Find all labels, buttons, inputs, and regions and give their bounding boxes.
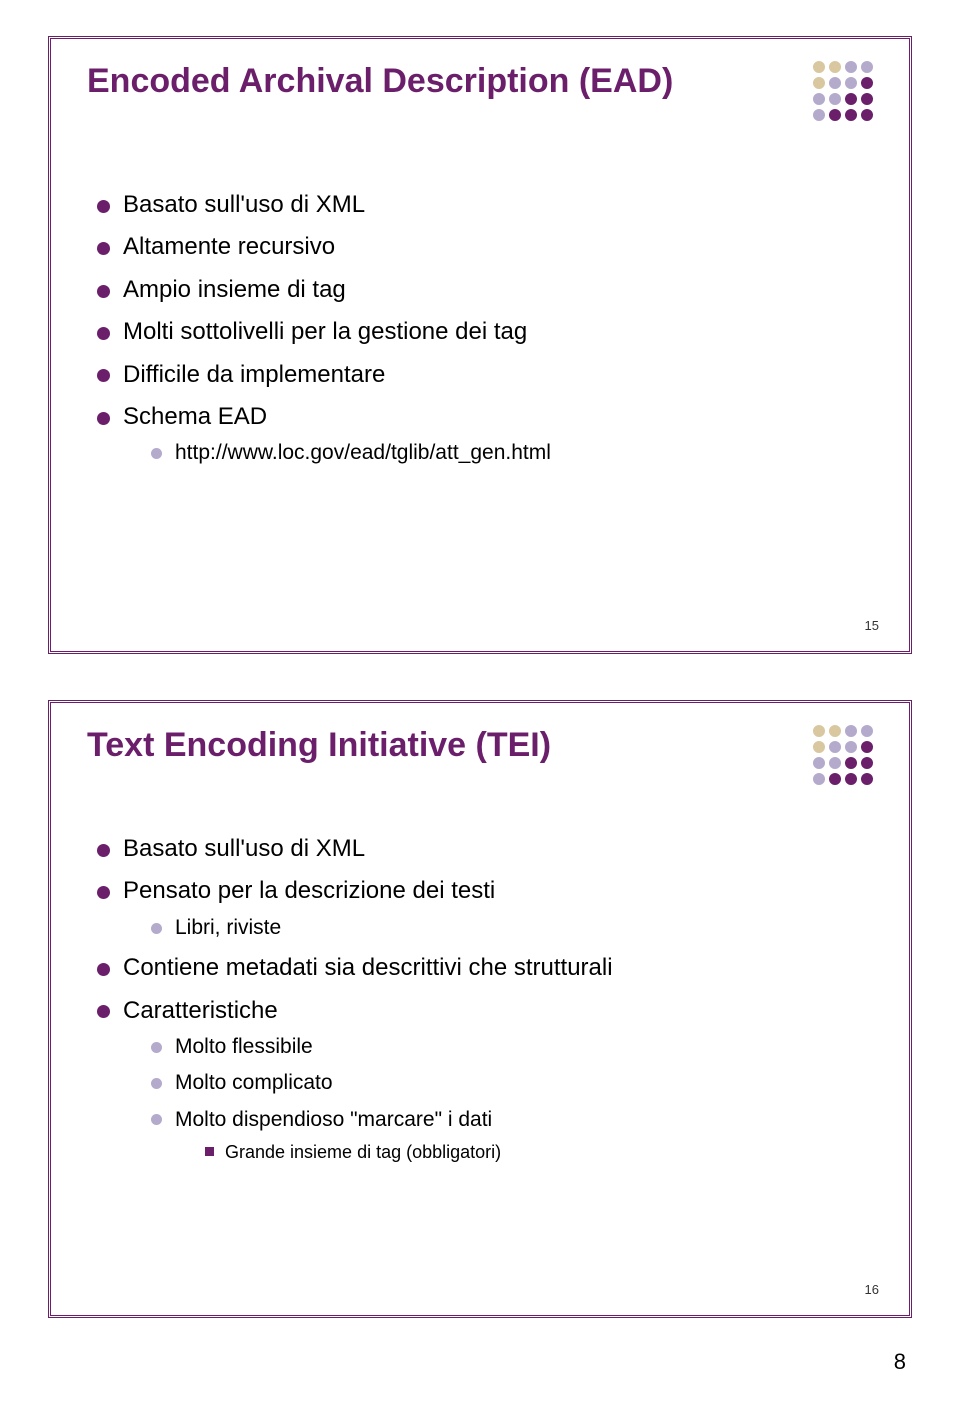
dot-icon [829,757,841,769]
dot-icon [861,109,873,121]
bullet-text: Libri, riviste [175,916,281,939]
bullet-text: Schema EAD [123,403,267,430]
slide-ead: Encoded Archival Description (EAD) Basat… [48,36,912,654]
slide-tei: Text Encoding Initiative (TEI) Basato su… [48,700,912,1318]
bullet: Caratteristiche Molto flessibile Molto c… [97,995,869,1165]
dot-icon [829,93,841,105]
bullet-text: Molto dispendioso "marcare" i dati [175,1108,492,1131]
dot-icon [861,757,873,769]
bullet: Molto complicato [151,1069,869,1097]
bullet-text: Contiene metadati sia descrittivi che st… [123,954,613,981]
dot-icon [829,741,841,753]
dot-icon [861,93,873,105]
dot-icon [861,741,873,753]
slide-title: Text Encoding Initiative (TEI) [87,725,739,765]
bullet-text: Ampio insieme di tag [123,276,346,303]
bullet-text: Molto complicato [175,1071,333,1094]
bullet: Ampio insieme di tag [97,274,869,306]
dot-icon [861,773,873,785]
dot-icon [845,741,857,753]
bullet-text: Basato sull'uso di XML [123,835,365,862]
slide-number: 16 [865,1282,879,1297]
dot-icon [829,61,841,73]
bullet: Difficile da implementare [97,359,869,391]
slide-content: Basato sull'uso di XML Pensato per la de… [97,833,869,1174]
dot-icon [845,77,857,89]
bullet-text: Difficile da implementare [123,361,385,388]
bullet: Altamente recursivo [97,231,869,263]
dot-icon [861,77,873,89]
dot-icon [813,741,825,753]
dot-icon [829,725,841,737]
dot-icon [813,61,825,73]
dot-icon [813,109,825,121]
dot-icon [829,77,841,89]
slide-number: 15 [865,618,879,633]
bullet: Basato sull'uso di XML [97,189,869,221]
bullet: Schema EAD http://www.loc.gov/ead/tglib/… [97,401,869,468]
bullet: Molto flessibile [151,1033,869,1061]
bullet-text: Basato sull'uso di XML [123,191,365,218]
bullet: Basato sull'uso di XML [97,833,869,865]
bullet: Libri, riviste [151,914,869,942]
dot-icon [813,93,825,105]
bullet: Contiene metadati sia descrittivi che st… [97,952,869,984]
bullet-text: Altamente recursivo [123,233,335,260]
dot-icon [845,725,857,737]
slide-title: Encoded Archival Description (EAD) [87,61,739,101]
dot-icon [813,773,825,785]
bullet-text: Molto flessibile [175,1035,313,1058]
dot-icon [845,109,857,121]
bullet: Pensato per la descrizione dei testi Lib… [97,875,869,942]
dot-icon [829,773,841,785]
bullet-link-text: http://www.loc.gov/ead/tglib/att_gen.htm… [175,441,551,464]
dot-icon [845,61,857,73]
bullet: Molto dispendioso "marcare" i dati Grand… [151,1106,869,1165]
dot-icon [813,725,825,737]
logo-dots [813,61,873,121]
dot-icon [845,757,857,769]
bullet-text: Pensato per la descrizione dei testi [123,877,495,904]
bullet: Molti sottolivelli per la gestione dei t… [97,316,869,348]
logo-dots [813,725,873,785]
dot-icon [813,757,825,769]
bullet: Grande insieme di tag (obbligatori) [203,1140,869,1164]
slide-content: Basato sull'uso di XML Altamente recursi… [97,189,869,478]
bullet-text: Caratteristiche [123,997,278,1024]
dot-icon [861,61,873,73]
dot-icon [845,93,857,105]
dot-icon [813,77,825,89]
dot-icon [829,109,841,121]
page-number: 8 [894,1349,906,1375]
bullet-text: Molti sottolivelli per la gestione dei t… [123,318,527,345]
bullet: http://www.loc.gov/ead/tglib/att_gen.htm… [151,439,869,467]
dot-icon [861,725,873,737]
dot-icon [845,773,857,785]
bullet-text: Grande insieme di tag (obbligatori) [225,1142,501,1162]
